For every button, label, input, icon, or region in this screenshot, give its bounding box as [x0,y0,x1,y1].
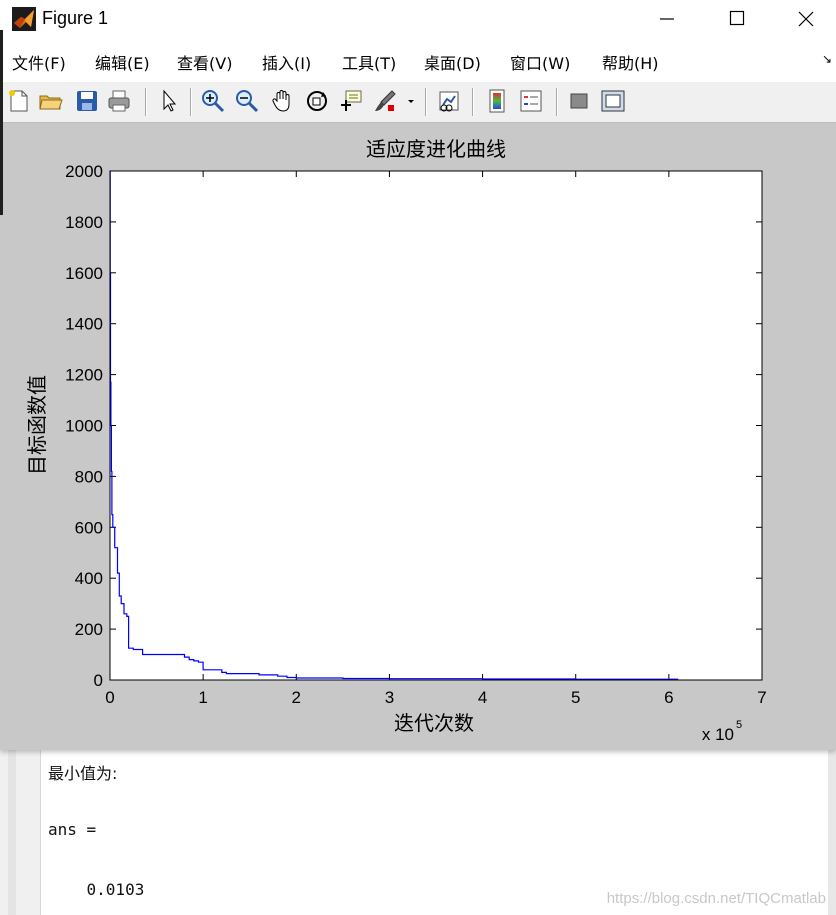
toolbar-separator [145,88,147,116]
x-axis-label: 迭代次数 [394,711,474,735]
y-tick-label: 0 [94,671,103,690]
zoom-in-icon [202,90,225,113]
y-tick-label: 800 [75,467,103,486]
pointer-arrow-icon [163,89,177,112]
menu-view[interactable]: 查看(V) [177,50,232,74]
menu-window[interactable]: 窗口(W) [510,50,570,74]
console-line-min-label: 最小值为: [48,764,118,783]
x-tick-label: 1 [198,688,207,707]
axes-background[interactable] [110,171,762,680]
close-icon [798,11,814,27]
show-plot-tools-icon [601,90,625,112]
toolbar-separator [190,88,192,116]
edit-plot-button[interactable] [156,88,182,114]
save-button[interactable] [74,88,100,114]
floppy-disk-icon [77,91,97,111]
menu-insert[interactable]: 插入(I) [262,50,311,74]
figure-toolbar [0,82,836,123]
new-figure-button[interactable] [6,88,32,114]
x-tick-label: 0 [105,688,114,707]
y-tick-label: 1400 [65,315,103,334]
plot-area: 0 1 2 3 4 5 6 7 0 200 400 600 800 1000 1200 1400 1600 180… [25,137,767,744]
menu-file[interactable]: 文件(F) [12,50,66,74]
maximize-button[interactable] [702,0,772,38]
zoom-in-button[interactable] [200,88,226,114]
toolbar-separator [472,88,474,116]
y-axis-label: 目标函数值 [25,375,49,475]
menu-bar: 文件(F) 编辑(E) 查看(V) 插入(I) 工具(T) 桌面(D) 窗口(W… [0,38,836,83]
y-tick-label: 1600 [65,264,103,283]
maximize-icon [729,10,745,26]
x-tick-label: 5 [571,688,580,707]
rotate-3d-button[interactable] [304,88,330,114]
y-tick-label: 1200 [65,366,103,385]
x-axis-multiplier: x 10 [702,725,734,744]
link-plot-button[interactable] [436,88,462,114]
brush-icon [375,90,396,111]
printer-icon [108,90,130,112]
y-tick-label: 2000 [65,162,103,181]
link-plot-icon [439,91,459,112]
y-tick-label: 600 [75,518,103,537]
y-tick-label: 1000 [65,417,103,436]
menu-edit[interactable]: 编辑(E) [95,50,150,74]
x-tick-label: 7 [757,688,766,707]
hide-plot-tools-icon [570,93,588,109]
pan-button[interactable] [270,88,296,114]
toolbar-separator [556,88,558,116]
console-scrollbar[interactable] [828,748,836,915]
brush-button[interactable] [372,88,398,114]
insert-colorbar-button[interactable] [484,88,510,114]
window-edge [0,30,3,215]
minimize-icon [660,18,674,20]
folder-icon [39,95,63,110]
y-tick-label: 1800 [65,213,103,232]
window-title: Figure 1 [42,8,109,28]
menu-tools[interactable]: 工具(T) [342,50,396,74]
open-file-button[interactable] [38,88,64,114]
console-line-ans: ans = [48,820,97,839]
console-line-value: 0.0103 [48,880,145,899]
x-tick-label: 2 [292,688,301,707]
hide-plot-tools-button[interactable] [566,88,592,114]
minimize-button[interactable] [632,0,702,38]
close-button[interactable] [770,0,836,38]
menu-desktop[interactable]: 桌面(D) [424,50,481,74]
x-tick-label: 3 [385,688,394,707]
title-bar: Figure 1 [0,0,836,38]
matlab-logo-icon [12,7,36,31]
x-tick-label: 4 [478,688,487,707]
data-cursor-icon [341,90,362,111]
rotate-3d-icon [307,91,327,111]
show-plot-tools-button[interactable] [600,88,626,114]
legend-icon [520,90,542,112]
zoom-out-icon [236,90,259,113]
y-tick-label: 200 [75,620,103,639]
console-gutter-strip [8,748,16,915]
figure-window: Figure 1 文件(F) 编辑(E) 查看(V) 插入(I) 工具(T) 桌… [0,0,836,750]
chart-title: 适应度进化曲线 [366,137,506,161]
watermark: https://blog.csdn.net/TIQCmatlab [606,890,826,907]
toolbar-separator [425,88,427,116]
x-axis-exponent: 5 [736,719,742,731]
new-file-icon [9,90,28,112]
insert-legend-button[interactable] [518,88,544,114]
menu-overflow-icon[interactable]: ↘ [822,52,832,66]
brush-dropdown[interactable] [404,88,418,114]
print-button[interactable] [106,88,132,114]
y-tick-label: 400 [75,569,103,588]
data-cursor-button[interactable] [338,88,364,114]
menu-help[interactable]: 帮助(H) [602,50,659,74]
console-gutter [0,748,41,915]
x-tick-label: 6 [664,688,673,707]
hand-icon [272,90,290,112]
chevron-down-icon [408,100,414,103]
zoom-out-button[interactable] [234,88,260,114]
colorbar-icon [489,89,505,113]
